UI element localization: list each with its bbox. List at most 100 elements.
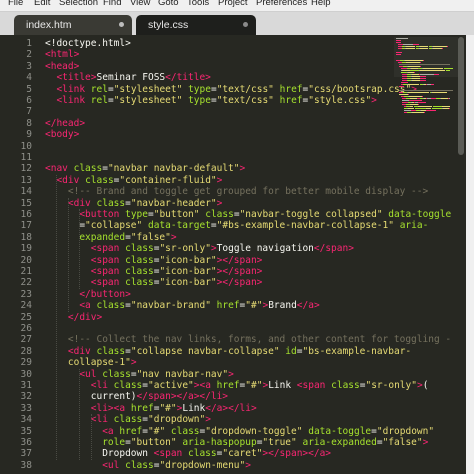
close-icon[interactable] [119,22,124,27]
minimap-mark [396,40,401,41]
code-line[interactable]: <ul class="dropdown-menu"> [45,460,251,471]
code-line[interactable]: <!-- Collect the nav links, forms, and o… [45,334,451,345]
menu-item-help[interactable]: Help [311,0,331,9]
code-line[interactable]: <nav class="navbar navbar-default"> [45,163,245,174]
menu-item-view[interactable]: View [130,0,150,9]
close-icon[interactable] [243,22,248,27]
tag-token: ></span></a> [262,448,332,460]
attribute-token: class [102,368,131,380]
code-line[interactable]: <li class="active"><a href="#">Link <spa… [45,380,429,391]
minimap-mark [448,98,450,99]
minimap-mark [426,108,432,109]
string-token: "#bs-example-navbar-collapse-1" [216,220,394,232]
attribute-token: class [113,380,143,391]
code-line[interactable]: <a href="#" class="dropdown-toggle" data… [45,426,434,437]
minimap-mark [432,92,448,93]
code-line[interactable]: <span class="sr-only">Toggle navigation<… [45,243,354,254]
code-line[interactable]: Dropdown <span class="caret"></span></a> [45,448,331,459]
tag-token: <a [79,300,97,312]
attribute-token: class [96,345,126,357]
menu-item-goto[interactable]: Goto [158,0,179,9]
attribute-token: data-toggle [388,209,452,220]
code-line[interactable]: ="collapse" data-target="#bs-example-nav… [45,220,428,231]
code-line[interactable]: <div class="container-fluid"> [45,175,222,186]
minimap-mark [406,62,420,63]
code-line[interactable]: <!doctype.html> [45,38,131,49]
code-line[interactable]: <div class="navbar-header"> [45,198,222,209]
menu-item-project[interactable]: Project [218,0,248,9]
minimap-mark [403,44,413,45]
minimap-mark [420,80,427,81]
minimap-mark [448,108,450,109]
code-line[interactable]: </div> [45,312,102,323]
tab-index-htm[interactable]: index.htm [14,15,132,35]
tab-style-css[interactable]: style.css [136,15,256,35]
minimap-mark [423,60,424,61]
minimap-mark [408,84,420,85]
menu-item-selection[interactable]: Selection [59,0,98,9]
code-line[interactable]: <span class="icon-bar"></span> [45,266,263,277]
minimap-mark [399,64,450,65]
minimap-mark [445,70,450,71]
minimap-mark [396,38,408,39]
menu-item-file[interactable]: File [8,0,23,9]
text-token: <!doctype.html> [45,38,131,49]
minimap[interactable] [396,38,456,188]
code-line[interactable]: <html> [45,49,79,60]
code-line[interactable]: <title>Seminar FOSS</title> [45,72,210,84]
tag-token: ></span> [216,277,263,289]
text-token: Seminar FOSS [96,72,166,84]
attribute-token: class [188,448,217,460]
code-line[interactable]: </head> [45,118,85,129]
code-line[interactable]: <li><a href="#">Link</a></li> [45,403,257,414]
code-line[interactable]: <span class="icon-bar"></span> [45,254,263,266]
code-line[interactable]: role="button" aria-haspopup="true" aria-… [45,437,428,448]
tag-token: ><a [193,380,217,391]
string-token: "text/css" [216,83,274,95]
code-line[interactable]: <!-- Brand and toggle get grouped for be… [45,186,428,197]
string-token: "icon-bar" [159,254,217,266]
string-token: "navbar navbar-default" [107,163,240,175]
menu-item-preferences[interactable]: Preferences [256,0,307,9]
code-line[interactable]: expanded="false"> [45,232,176,243]
tag-token: </button> [79,288,131,300]
vertical-scrollbar[interactable] [458,35,464,474]
minimap-mark [441,48,443,49]
code-line[interactable]: <link rel="stylesheet" type="text/css" h… [45,83,416,95]
string-token: "#" [159,402,177,414]
attribute-token: class [125,254,154,266]
tag-token: <a [102,425,120,437]
menu-item-find[interactable]: Find [103,0,121,9]
minimap-mark [404,110,412,111]
menu-item-edit[interactable]: Edit [34,0,50,9]
code-line[interactable]: <button type="button" class="navbar-togg… [45,209,451,220]
code-line[interactable]: <body> [45,129,79,140]
code-line[interactable]: collapse-1"> [45,357,137,368]
code-line[interactable]: <link rel="stylesheet" type="text/css" h… [45,95,376,106]
tag-token: <nav [45,163,74,175]
scrollbar-thumb[interactable] [458,37,464,155]
tag-token: </a> [296,300,320,312]
code-line[interactable]: <head> [45,61,79,72]
attribute-token: class [331,380,360,391]
tag-token: <body> [45,129,80,141]
code-line[interactable]: <ul class="nav navbar-nav"> [45,368,233,380]
code-line[interactable]: <span class="icon-bar"></span> [45,277,263,289]
minimap-mark [432,108,443,109]
attribute-token: id [285,345,297,357]
code-line[interactable]: <div class="collapse navbar-collapse" id… [45,346,411,357]
code-editor[interactable]: 1 2 3 4 5 6 7 8 9 10 11 12 13 14 15 16 17 18 19 20 21 22 23 24 2… [0,35,474,474]
code-line[interactable]: current)</span></a></li> [45,391,228,402]
menu-item-tools[interactable]: Tools [187,0,209,9]
code-line[interactable]: <a class="navbar-brand" href="#">Brand</… [45,300,320,312]
string-token: "bs-example-navbar- [302,345,412,357]
tag-token: <div [67,345,97,357]
code-line[interactable]: <li class="dropdown"> [45,414,211,425]
string-token: "collapse navbar-collapse" [130,345,280,357]
code-line[interactable]: </button> [45,288,131,300]
minimap-mark [447,46,448,47]
